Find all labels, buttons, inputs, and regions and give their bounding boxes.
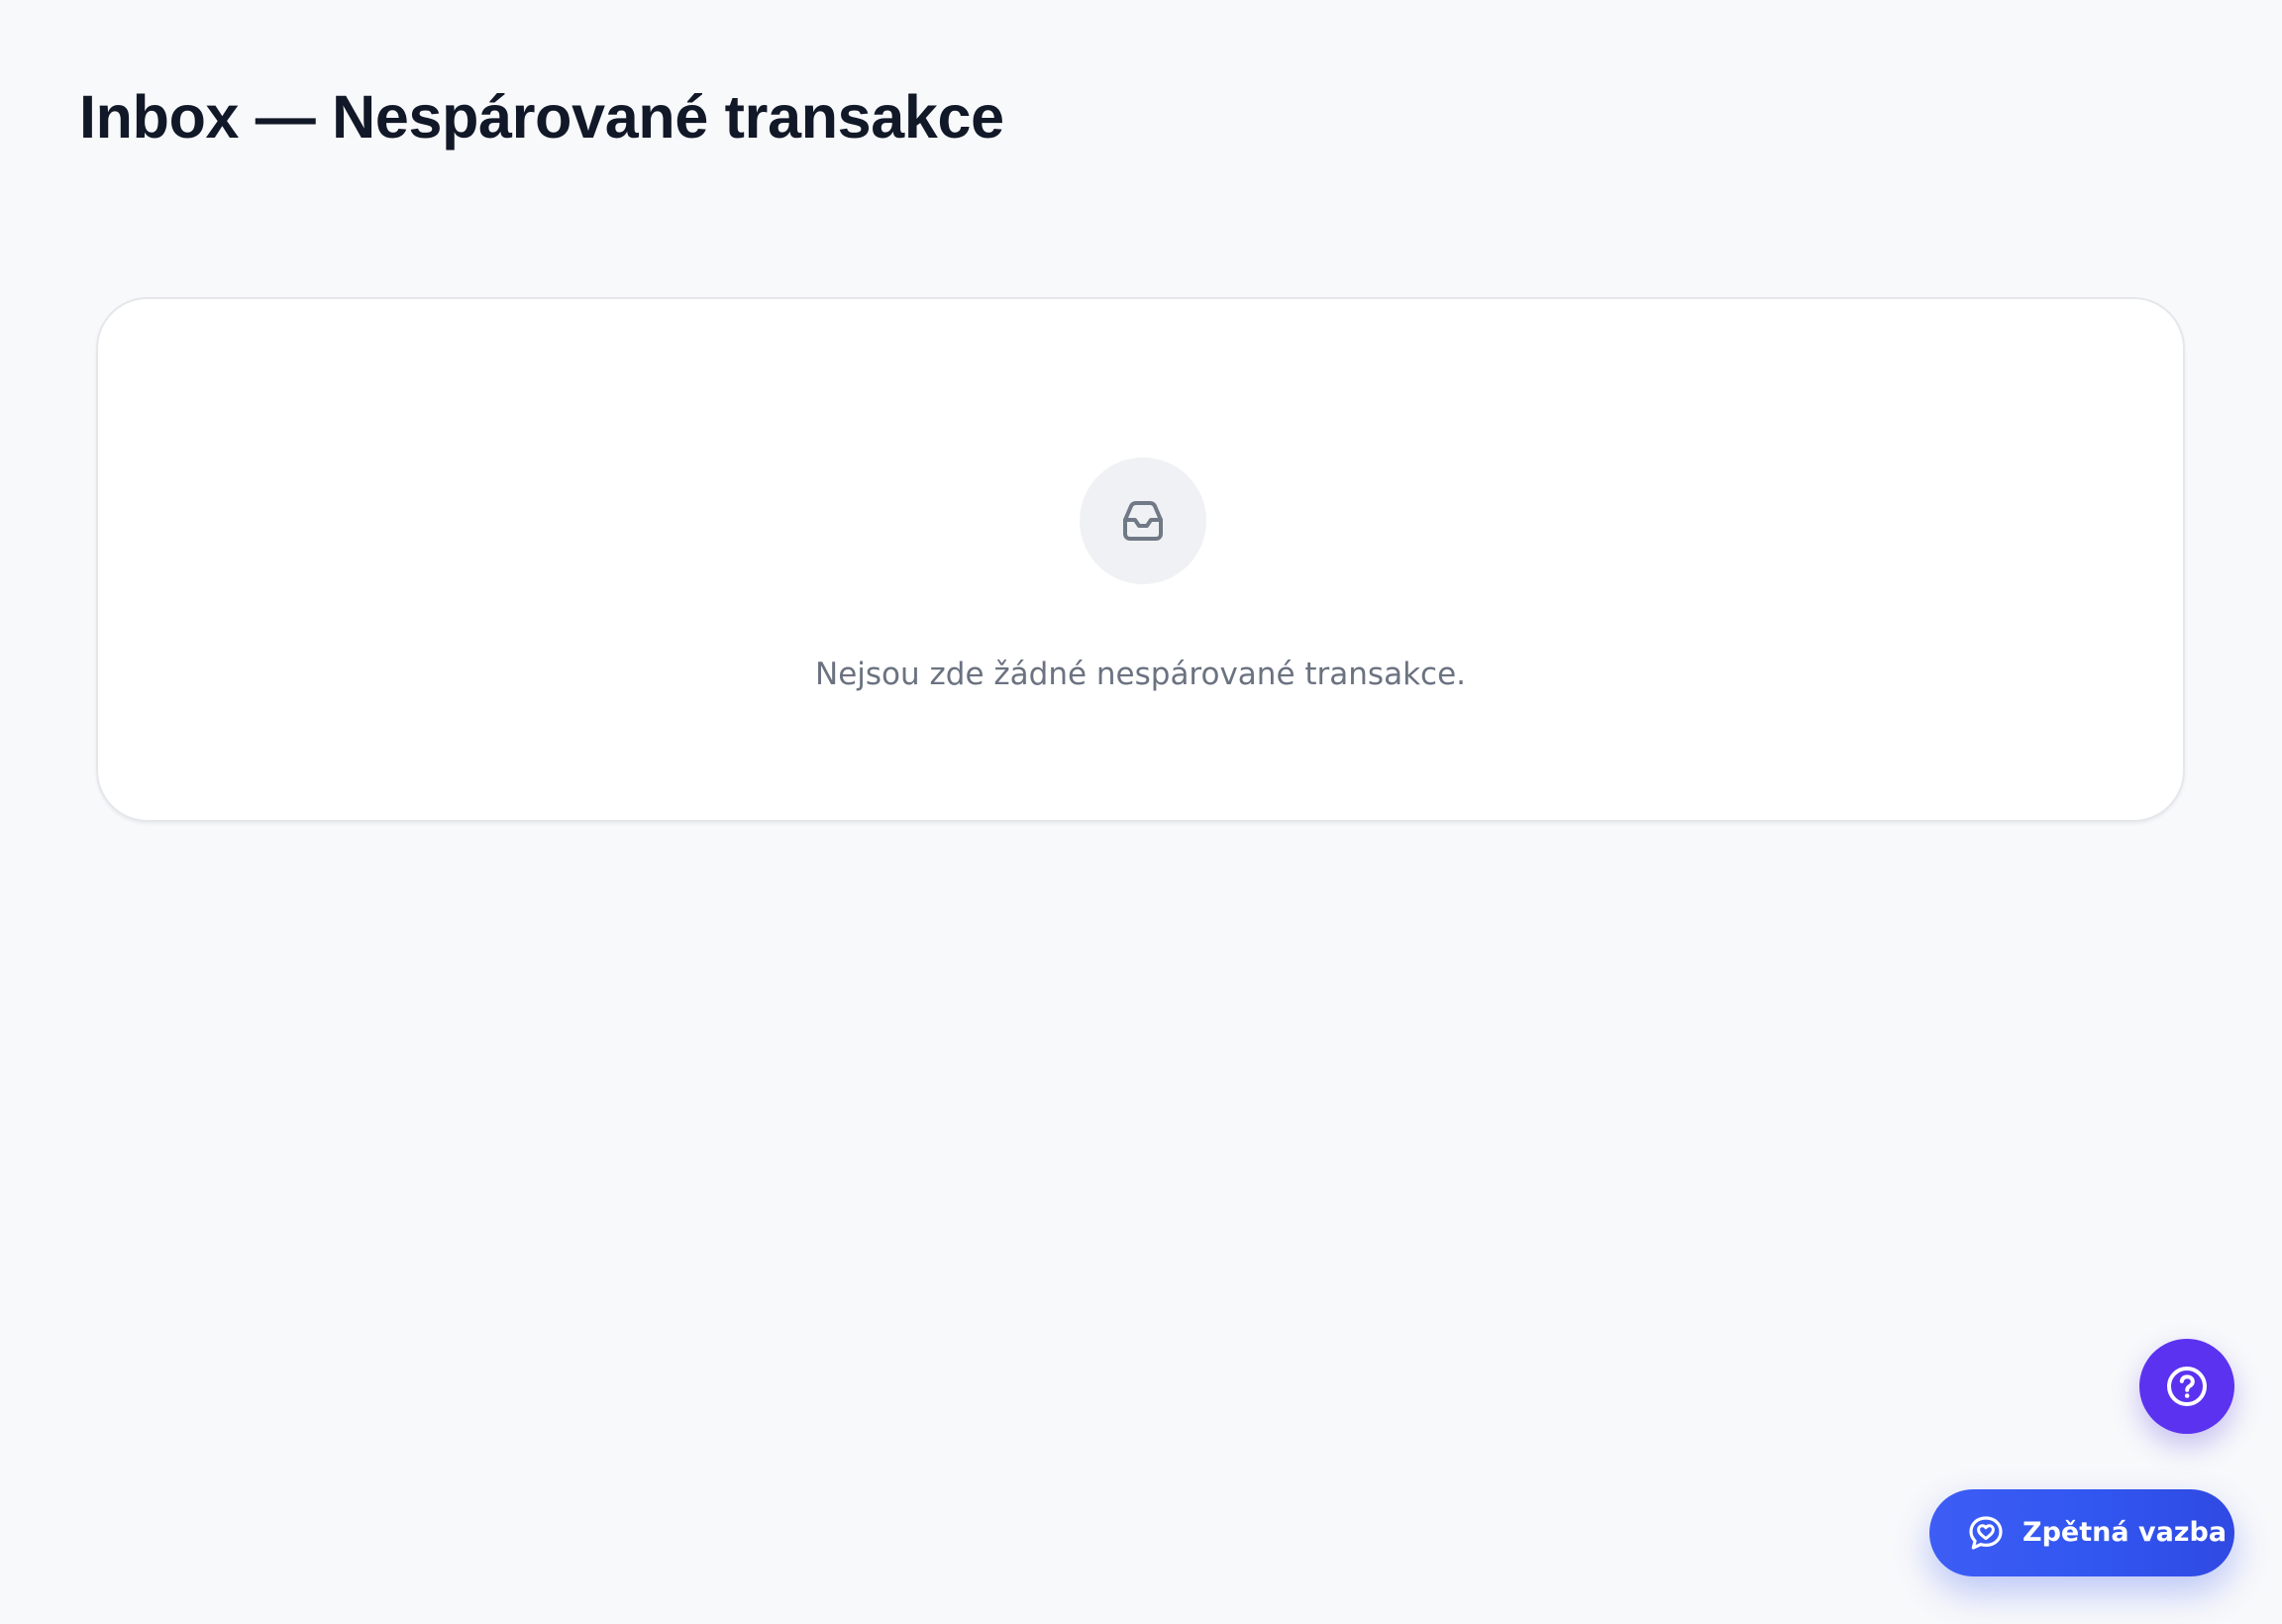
feedback-button[interactable]: Zpětná vazba — [1929, 1489, 2234, 1576]
feedback-button-label: Zpětná vazba — [2023, 1517, 2228, 1548]
inbox-icon — [1080, 457, 1206, 584]
empty-state-message: Nejsou zde žádné nespárované transakce. — [815, 657, 1466, 692]
page-title: Inbox — Nespárované transakce — [79, 83, 1004, 151]
help-button[interactable] — [2139, 1339, 2234, 1434]
question-circle-icon — [2163, 1363, 2211, 1410]
empty-state-card: Nejsou zde žádné nespárované transakce. — [96, 297, 2185, 822]
inbox-page: Inbox — Nespárované transakce Nejsou zde… — [0, 0, 2282, 1624]
heart-message-icon — [1967, 1514, 2005, 1552]
